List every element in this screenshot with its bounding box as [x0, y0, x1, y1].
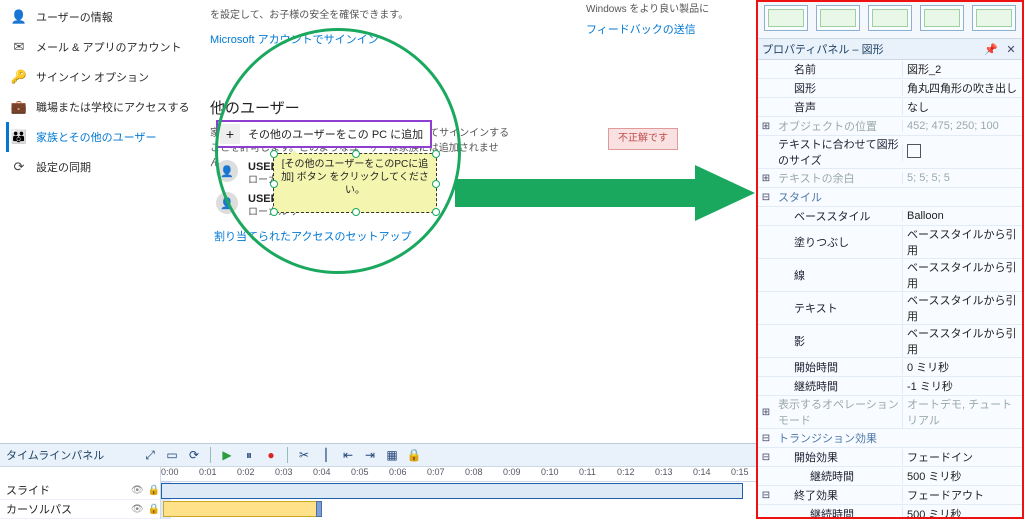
fit-checkbox[interactable] [907, 144, 921, 158]
pin-icon[interactable]: 📌 [984, 43, 998, 56]
split-icon[interactable]: ⎮ [318, 447, 334, 463]
snap-icon[interactable]: ▭ [164, 447, 180, 463]
group-icon[interactable]: ▦ [384, 447, 400, 463]
avatar-icon: 👤 [216, 192, 238, 214]
key-icon: 🔑 [12, 70, 26, 84]
lock-icon[interactable]: 🔒 [406, 447, 422, 463]
timeline-panel: タイムラインパネル ⤢ ▭ ⟳ ▶ ⏸ ● ✂ ⎮ ⇤ ⇥ ▦ 🔒 [0, 443, 756, 519]
lock-icon[interactable]: 🔒 [148, 504, 160, 515]
pause-icon[interactable]: ⏸ [241, 447, 257, 463]
briefcase-icon: 💼 [12, 100, 26, 114]
timeline-header: タイムラインパネル ⤢ ▭ ⟳ ▶ ⏸ ● ✂ ⎮ ⇤ ⇥ ▦ 🔒 [0, 444, 756, 467]
slide-thumbnail[interactable] [972, 5, 1016, 31]
nav-item-family[interactable]: 👪 家族とその他のユーザー [6, 122, 201, 152]
family-icon: 👪 [12, 130, 26, 144]
settings-body: を設定して、お子様の安全を確保できます。 Microsoft アカウントでサイン… [210, 0, 756, 443]
align-left-icon[interactable]: ⇤ [340, 447, 356, 463]
clip-cursor-end[interactable] [316, 501, 322, 517]
feedback-link[interactable]: フィードバックの送信 [586, 21, 736, 37]
track-slide[interactable]: スライド 👁 🔒 [0, 481, 160, 500]
slide-thumbnail[interactable] [764, 5, 808, 31]
plus-icon: + [220, 124, 240, 144]
user-icon: 👤 [12, 10, 26, 24]
sync-icon: ⟳ [12, 160, 26, 174]
nav-item-signin[interactable]: 🔑 サインイン オプション [6, 62, 201, 92]
lock-icon[interactable]: 🔒 [148, 485, 160, 496]
panel-title: プロパティパネル – 図形 [762, 41, 884, 57]
slide-thumbnail[interactable] [920, 5, 964, 31]
track-cursor[interactable]: カーソルパス 👁 🔒 [0, 500, 160, 519]
editor-canvas[interactable]: 👤 ユーザーの情報 ✉ メール & アプリのアカウント 🔑 サインイン オプショ… [0, 0, 756, 443]
side-info: Windows をより良い製品に フィードバックの送信 [586, 0, 736, 37]
section-title: 他のユーザー [210, 97, 746, 118]
nav-item-mail[interactable]: ✉ メール & アプリのアカウント [6, 32, 201, 62]
callout-balloon-shape[interactable]: [その他のユーザーをこのPCに追加] ボタン をクリックしてください。 [273, 153, 437, 213]
nav-label: メール & アプリのアカウント [36, 39, 181, 55]
close-icon[interactable]: ✕ [1004, 43, 1018, 56]
play-icon[interactable]: ▶ [219, 447, 235, 463]
nav-label: 家族とその他のユーザー [36, 129, 156, 145]
align-right-icon[interactable]: ⇥ [362, 447, 378, 463]
track-area[interactable]: 0:00 0:01 0:02 0:03 0:04 0:05 0:06 0:07 … [161, 467, 756, 519]
nav-label: ユーザーの情報 [36, 9, 113, 25]
record-icon[interactable]: ● [263, 447, 279, 463]
balloon-text: [その他のユーザーをこのPCに追加] ボタン をクリックしてください。 [281, 159, 429, 196]
property-panel: プロパティパネル – 図形 📌 ✕ 名前図形_2 図形角丸四角形の吹き出し 音声… [756, 0, 1024, 519]
refresh-icon[interactable]: ⟳ [186, 447, 202, 463]
timeline-title: タイムラインパネル [6, 447, 136, 463]
slide-thumbnail[interactable] [868, 5, 912, 31]
zoom-fit-icon[interactable]: ⤢ [142, 447, 158, 463]
time-ruler[interactable]: 0:00 0:01 0:02 0:03 0:04 0:05 0:06 0:07 … [161, 467, 756, 482]
nav-label: 設定の同期 [36, 159, 91, 175]
slide-thumbnail-strip[interactable] [758, 2, 1022, 39]
incorrect-badge: 不正解です [608, 128, 678, 150]
side-title: Windows をより良い製品に [586, 0, 736, 15]
property-grid[interactable]: 名前図形_2 図形角丸四角形の吹き出し 音声なし ⊞オブジェクトの位置452; … [758, 60, 1022, 517]
eye-icon[interactable]: 👁 [131, 485, 144, 496]
nav-label: 職場または学校にアクセスする [36, 99, 189, 115]
nav-item-sync[interactable]: ⟳ 設定の同期 [6, 152, 201, 182]
property-panel-title-bar[interactable]: プロパティパネル – 図形 📌 ✕ [758, 39, 1022, 60]
eye-icon[interactable]: 👁 [131, 504, 144, 515]
nav-item-work[interactable]: 💼 職場または学校にアクセスする [6, 92, 201, 122]
slide-thumbnail[interactable] [816, 5, 860, 31]
mail-icon: ✉ [12, 40, 26, 54]
track-labels: スライド 👁 🔒 カーソルパス 👁 🔒 [0, 467, 161, 519]
clip-cursor[interactable] [163, 501, 320, 517]
assigned-access-link[interactable]: 割り当てられたアクセスのセットアップ [214, 228, 411, 244]
cut-icon[interactable]: ✂ [296, 447, 312, 463]
clip-slide[interactable] [161, 483, 743, 499]
add-user-label: その他のユーザーをこの PC に追加 [248, 126, 423, 142]
settings-nav: 👤 ユーザーの情報 ✉ メール & アプリのアカウント 🔑 サインイン オプショ… [0, 0, 201, 182]
nav-label: サインイン オプション [36, 69, 149, 85]
add-other-user-button[interactable]: + その他のユーザーをこの PC に追加 [216, 120, 432, 148]
nav-item-user-info[interactable]: 👤 ユーザーの情報 [6, 2, 201, 32]
avatar-icon: 👤 [216, 160, 238, 182]
